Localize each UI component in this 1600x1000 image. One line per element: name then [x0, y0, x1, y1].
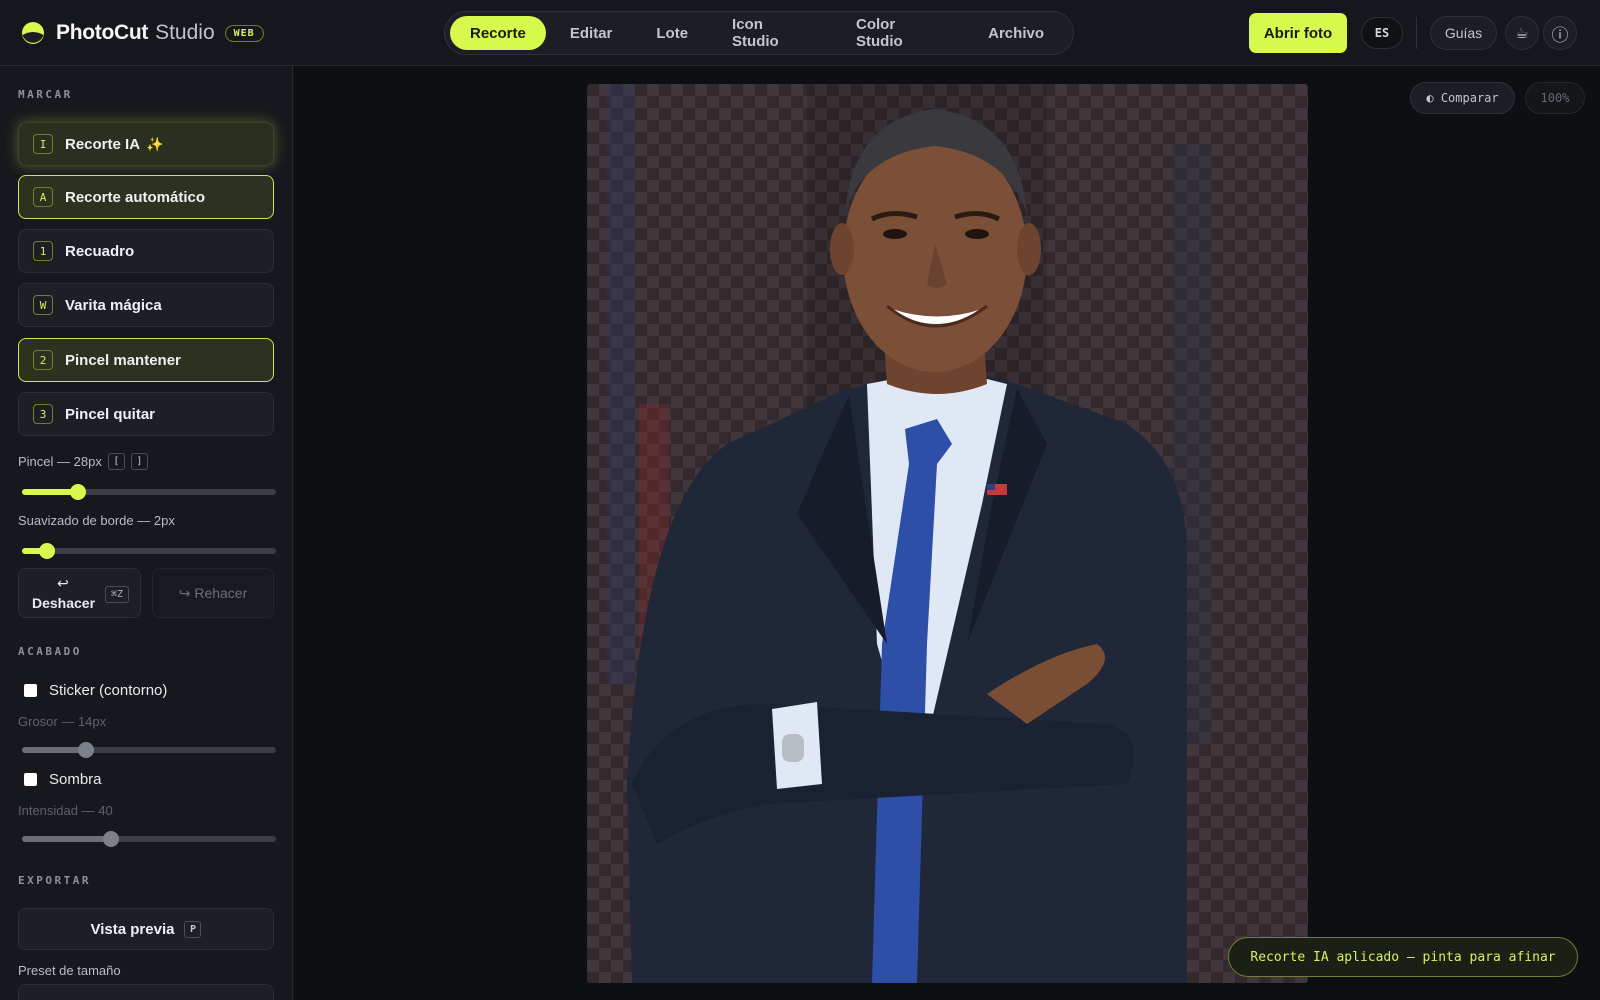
tool-label: Recorte automático — [65, 188, 206, 206]
shortcut-key: 3 — [33, 404, 53, 424]
slider-handle[interactable] — [39, 543, 56, 559]
tool-remove-brush[interactable]: 3 Pincel quitar — [18, 392, 274, 436]
shortcut-key: 2 — [33, 350, 53, 370]
brush-increase-key: ] — [130, 453, 148, 470]
compare-button[interactable]: ◐ Comparar — [1410, 82, 1515, 114]
tab-recorte[interactable]: Recorte — [450, 16, 546, 50]
slider-handle[interactable] — [69, 484, 86, 500]
logo-icon — [22, 22, 44, 44]
size-preset-select[interactable] — [18, 984, 274, 1000]
undo-button[interactable]: ↩ Deshacer ⌘Z — [18, 568, 141, 618]
sticker-checkbox[interactable]: Sticker (contorno) — [24, 682, 167, 699]
brand-name: PhotoCut — [56, 21, 149, 44]
brush-size-text: Pincel — 28px — [18, 454, 102, 469]
brand-subtitle: Studio — [155, 21, 215, 44]
coffee-button[interactable]: ☕ — [1505, 16, 1539, 50]
info-button[interactable]: ⓘ — [1543, 16, 1577, 50]
feather-slider[interactable] — [22, 543, 276, 559]
redo-button[interactable]: ↪ Rehacer — [152, 568, 274, 618]
shadow-checkbox[interactable]: Sombra — [24, 771, 102, 788]
photo-canvas[interactable] — [587, 84, 1308, 983]
guides-button[interactable]: Guías — [1430, 16, 1497, 50]
checkbox-box[interactable] — [24, 684, 37, 697]
open-photo-button[interactable]: Abrir foto — [1249, 13, 1347, 53]
slider-handle[interactable] — [102, 831, 119, 847]
thickness-text: Grosor — 14px — [18, 714, 107, 729]
checkbox-box[interactable] — [24, 773, 37, 786]
thickness-label: Grosor — 14px — [18, 714, 106, 729]
tab-archivo[interactable]: Archivo — [968, 16, 1064, 50]
undo-shortcut: ⌘Z — [105, 586, 129, 603]
tool-magic-wand[interactable]: W Varita mágica — [18, 283, 274, 327]
brush-size-slider[interactable] — [22, 484, 276, 500]
tool-label: Pincel mantener — [65, 351, 181, 369]
preview-button[interactable]: Vista previa P — [18, 908, 274, 950]
slider-handle[interactable] — [77, 742, 94, 758]
size-preset-label: Preset de tamaño — [18, 963, 121, 978]
preview-shortcut: P — [184, 920, 202, 938]
intensity-text: Intensidad — 40 — [18, 803, 113, 818]
checkbox-label: Sticker (contorno) — [49, 682, 168, 699]
mode-tabs: Recorte Editar Lote Icon Studio Color St… — [444, 11, 1074, 55]
shortcut-key: W — [33, 295, 53, 315]
web-badge: WEB — [224, 24, 264, 42]
info-icon: ⓘ — [1551, 25, 1569, 45]
tab-color-studio[interactable]: Color Studio — [836, 16, 964, 50]
header-divider — [1416, 17, 1417, 49]
brush-size-label: Pincel — 28px [ ] — [18, 453, 148, 470]
feather-text: Suavizado de borde — 2px — [18, 513, 175, 528]
tool-label: Varita mágica — [65, 296, 162, 314]
slider-fill — [22, 836, 111, 842]
status-toast: Recorte IA aplicado — pinta para afinar — [1228, 937, 1578, 977]
tool-label: Pincel quitar — [65, 405, 156, 423]
portrait-image — [587, 84, 1308, 983]
sparkle-icon: ✨ — [146, 135, 164, 152]
top-bar: PhotoCut Studio WEB Recorte Editar Lote … — [0, 0, 1600, 66]
coffee-icon: ☕ — [1515, 25, 1529, 42]
tool-label: Recorte IA — [65, 135, 141, 153]
checkbox-label: Sombra — [49, 771, 102, 788]
size-preset-text: Preset de tamaño — [18, 963, 121, 978]
undo-icon: ↩ — [57, 575, 69, 591]
tool-auto-cutout[interactable]: A Recorte automático — [18, 175, 274, 219]
brush-decrease-key: [ — [107, 453, 125, 470]
shortcut-key: I — [33, 134, 53, 154]
section-title-export: EXPORTAR — [18, 874, 91, 887]
tools-sidebar: MARCAR I Recorte IA ✨ A Recorte automáti… — [0, 66, 293, 1000]
section-title-finish: ACABADO — [18, 645, 82, 658]
undo-label: Deshacer — [32, 595, 96, 611]
brand[interactable]: PhotoCut Studio WEB — [21, 20, 264, 46]
slider-fill — [22, 747, 86, 753]
tool-ai-cutout[interactable]: I Recorte IA ✨ — [18, 122, 274, 166]
tab-editar[interactable]: Editar — [550, 16, 633, 50]
tool-keep-brush[interactable]: 2 Pincel mantener — [18, 338, 274, 382]
tab-lote[interactable]: Lote — [636, 16, 708, 50]
shortcut-key: A — [33, 187, 53, 207]
language-button[interactable]: ES — [1361, 17, 1403, 49]
thickness-slider[interactable] — [22, 742, 276, 758]
shortcut-key: 1 — [33, 241, 53, 261]
tool-box[interactable]: 1 Recuadro — [18, 229, 274, 273]
tab-icon-studio[interactable]: Icon Studio — [712, 16, 832, 50]
intensity-slider[interactable] — [22, 831, 276, 847]
preview-label: Vista previa — [90, 920, 175, 938]
zoom-indicator[interactable]: 100% — [1525, 82, 1585, 114]
feather-label: Suavizado de borde — 2px — [18, 513, 175, 528]
intensity-label: Intensidad — 40 — [18, 803, 113, 818]
section-title-mark: MARCAR — [18, 88, 73, 101]
tool-label: Recuadro — [65, 242, 135, 260]
